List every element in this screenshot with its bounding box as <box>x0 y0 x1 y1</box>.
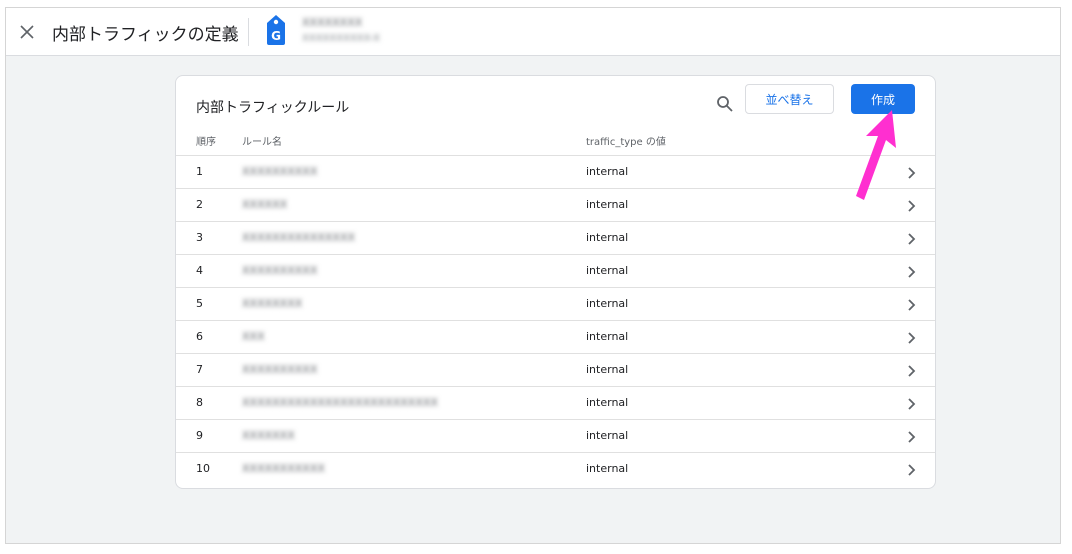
account-name: XXXXXXXX <box>302 16 363 29</box>
column-header-rule-name: ルール名 <box>242 137 282 148</box>
row-traffic-type: internal <box>586 231 629 244</box>
column-header-order: 順序 <box>196 137 216 148</box>
row-rule-name: XXXXXXXXXXXXXXXXXXXXXXXXXX <box>242 396 438 409</box>
chevron-right-icon[interactable] <box>903 165 919 181</box>
close-button[interactable] <box>12 17 42 47</box>
internal-traffic-rules-card: 内部トラフィックルール 並べ替え 作成 順序 ルール名 traffic_type… <box>175 75 936 489</box>
row-index: 6 <box>196 330 203 343</box>
card-title: 内部トラフィックルール <box>196 100 350 116</box>
row-traffic-type: internal <box>586 396 629 409</box>
row-rule-name: XXX <box>242 330 265 343</box>
row-rule-name: XXXXXXX <box>242 429 295 442</box>
row-rule-name: XXXXXX <box>242 198 288 211</box>
row-traffic-type: internal <box>586 330 629 343</box>
table-row[interactable]: 2 XXXXXX internal <box>176 188 935 221</box>
row-traffic-type: internal <box>586 264 629 277</box>
row-traffic-type: internal <box>586 297 629 310</box>
row-index: 8 <box>196 396 203 409</box>
row-index: 9 <box>196 429 203 442</box>
row-index: 2 <box>196 198 203 211</box>
app-window: 内部トラフィックの定義 G XXXXXXXX XXXXXXXXXX-X 内部トラ… <box>5 7 1061 544</box>
chevron-right-icon[interactable] <box>903 264 919 280</box>
chevron-right-icon[interactable] <box>903 198 919 214</box>
chevron-right-icon[interactable] <box>903 462 919 478</box>
annotation-arrow-icon <box>856 110 896 200</box>
header-divider <box>248 18 249 46</box>
sort-button[interactable]: 並べ替え <box>745 84 834 114</box>
row-index: 4 <box>196 264 203 277</box>
rules-table-body: 1 XXXXXXXXXX internal 2 XXXXXX internal … <box>176 155 935 485</box>
chevron-right-icon[interactable] <box>903 297 919 313</box>
row-traffic-type: internal <box>586 462 629 475</box>
row-traffic-type: internal <box>586 165 629 178</box>
chevron-right-icon[interactable] <box>903 396 919 412</box>
table-row[interactable]: 3 XXXXXXXXXXXXXXX internal <box>176 221 935 254</box>
row-index: 10 <box>196 462 210 475</box>
table-row[interactable]: 6 XXX internal <box>176 320 935 353</box>
chevron-right-icon[interactable] <box>903 363 919 379</box>
table-row[interactable]: 4 XXXXXXXXXX internal <box>176 254 935 287</box>
row-index: 5 <box>196 297 203 310</box>
table-row[interactable]: 8 XXXXXXXXXXXXXXXXXXXXXXXXXX internal <box>176 386 935 419</box>
search-icon <box>717 96 733 112</box>
svg-text:G: G <box>271 29 281 43</box>
account-selector[interactable]: XXXXXXXX XXXXXXXXXX-X <box>302 16 380 44</box>
table-header: 順序 ルール名 traffic_type の値 <box>176 131 935 155</box>
row-traffic-type: internal <box>586 363 629 376</box>
top-bar: 内部トラフィックの定義 G XXXXXXXX XXXXXXXXXX-X <box>6 8 1060 56</box>
search-button[interactable] <box>711 90 739 118</box>
chevron-right-icon[interactable] <box>903 231 919 247</box>
chevron-right-icon[interactable] <box>903 429 919 445</box>
table-row[interactable]: 10 XXXXXXXXXXX internal <box>176 452 935 485</box>
row-rule-name: XXXXXXXXXXX <box>242 462 325 475</box>
tag-manager-logo-icon: G <box>267 15 285 45</box>
table-row[interactable]: 5 XXXXXXXX internal <box>176 287 935 320</box>
row-traffic-type: internal <box>586 198 629 211</box>
row-rule-name: XXXXXXXXXX <box>242 264 318 277</box>
row-index: 1 <box>196 165 203 178</box>
row-rule-name: XXXXXXXX <box>242 297 303 310</box>
chevron-right-icon[interactable] <box>903 330 919 346</box>
row-rule-name: XXXXXXXXXXXXXXX <box>242 231 356 244</box>
close-icon <box>20 25 34 39</box>
table-row[interactable]: 1 XXXXXXXXXX internal <box>176 155 935 188</box>
row-index: 7 <box>196 363 203 376</box>
table-row[interactable]: 7 XXXXXXXXXX internal <box>176 353 935 386</box>
column-header-traffic-type: traffic_type の値 <box>586 137 666 148</box>
account-id: XXXXXXXXXX-X <box>302 33 380 44</box>
row-index: 3 <box>196 231 203 244</box>
row-traffic-type: internal <box>586 429 629 442</box>
row-rule-name: XXXXXXXXXX <box>242 363 318 376</box>
page-title: 内部トラフィックの定義 <box>52 25 239 45</box>
table-row[interactable]: 9 XXXXXXX internal <box>176 419 935 452</box>
row-rule-name: XXXXXXXXXX <box>242 165 318 178</box>
